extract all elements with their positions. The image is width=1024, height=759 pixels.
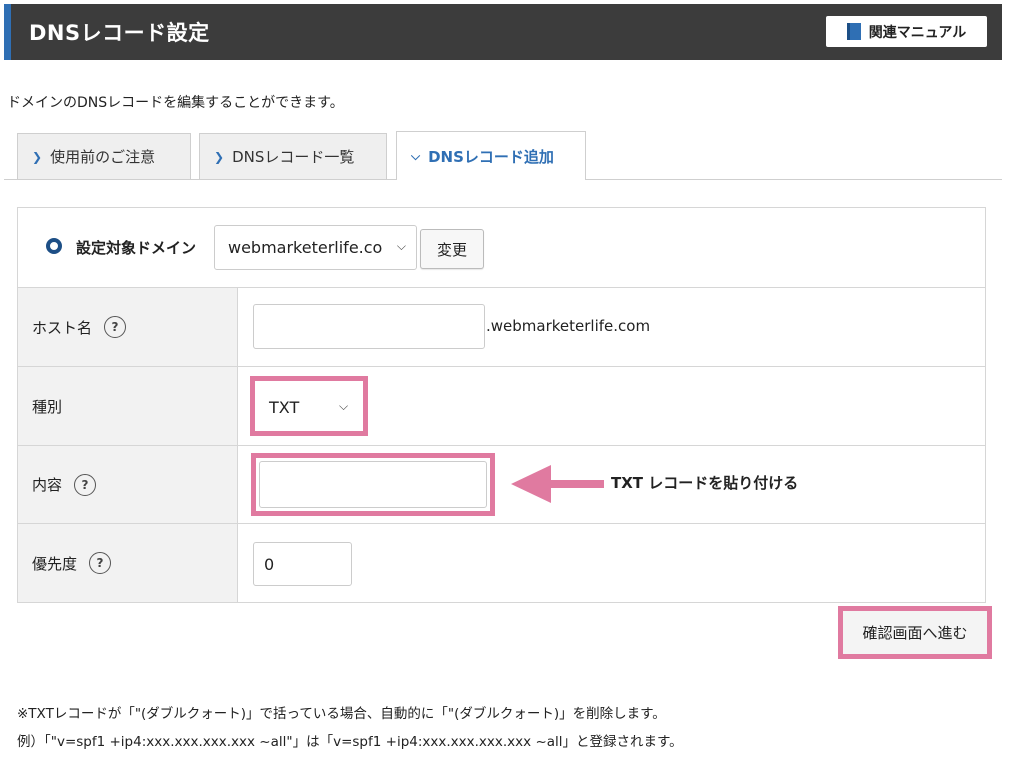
tab-record-list[interactable]: ❯ DNSレコード一覧 xyxy=(199,133,387,179)
chevron-right-icon: ❯ xyxy=(32,149,43,164)
type-label: 種別 xyxy=(32,397,63,416)
domain-select-value: webmarketerlife.co xyxy=(228,238,383,257)
priority-input[interactable]: 0 xyxy=(253,542,352,586)
confirm-button[interactable]: 確認画面へ進む xyxy=(838,606,992,659)
page-header: DNSレコード設定 関連マニュアル xyxy=(4,4,1002,60)
radio-icon xyxy=(46,238,62,254)
tab-precautions[interactable]: ❯ 使用前のご注意 xyxy=(17,133,191,179)
help-icon[interactable]: ? xyxy=(104,316,127,338)
domain-label: 設定対象ドメイン xyxy=(76,239,197,257)
host-domain-suffix: .webmarketerlife.com xyxy=(486,317,651,335)
content-label-cell: 内容 ? xyxy=(18,446,238,523)
book-icon xyxy=(846,23,861,40)
content-row: 内容 ? TXT レコードを貼り付ける xyxy=(18,446,985,524)
help-icon[interactable]: ? xyxy=(74,473,97,496)
arrow-shaft xyxy=(549,480,604,488)
note-line: ※TXTレコードが「"(ダブルクォート)」で括っている場合、自動的に「"(ダブル… xyxy=(17,706,666,722)
content-label: 内容 xyxy=(32,476,63,494)
related-manual-label: 関連マニュアル xyxy=(868,24,967,41)
tab-label: DNSレコード一覧 xyxy=(232,148,355,166)
chevron-down-icon: ⌵ xyxy=(396,239,406,253)
host-label-cell: ホスト名 ? xyxy=(18,288,238,366)
priority-label-cell: 優先度 ? xyxy=(18,524,238,602)
tab-label: DNSレコード追加 xyxy=(428,147,554,166)
page-description: ドメインのDNSレコードを編集することができます。 xyxy=(7,95,344,111)
arrow-left-icon xyxy=(511,465,551,503)
note-line: 例）「"v=spf1 +ip4:xxx.xxx.xxx.xxx ~all"」は「… xyxy=(17,734,683,750)
content-input[interactable] xyxy=(259,461,487,508)
priority-label: 優先度 xyxy=(32,554,78,573)
domain-row: 設定対象ドメイン webmarketerlife.co ⌵ 変更 xyxy=(18,208,985,288)
chevron-right-icon: ❯ xyxy=(214,149,225,164)
chevron-down-icon: ⌵ xyxy=(411,148,421,163)
type-row: 種別 TXT ⌵ xyxy=(18,367,985,446)
change-domain-button[interactable]: 変更 xyxy=(420,229,484,269)
host-row: ホスト名 ? .webmarketerlife.com xyxy=(18,288,985,367)
type-select-value: TXT xyxy=(269,398,300,417)
host-label: ホスト名 xyxy=(32,318,93,337)
content-highlight xyxy=(251,453,495,516)
type-select[interactable]: TXT ⌵ xyxy=(250,376,368,436)
record-form: 設定対象ドメイン webmarketerlife.co ⌵ 変更 ホスト名 ? … xyxy=(17,207,986,603)
tab-add-record[interactable]: ⌵ DNSレコード追加 xyxy=(396,131,586,180)
priority-row: 優先度 ? 0 xyxy=(18,524,985,602)
header-accent-bar xyxy=(4,4,11,60)
type-label-cell: 種別 xyxy=(18,367,238,445)
tab-label: 使用前のご注意 xyxy=(50,148,156,166)
domain-select[interactable]: webmarketerlife.co ⌵ xyxy=(214,225,417,270)
paste-annotation: TXT レコードを貼り付ける xyxy=(611,474,799,492)
related-manual-button[interactable]: 関連マニュアル xyxy=(826,16,987,47)
help-icon[interactable]: ? xyxy=(89,552,112,574)
tab-bar: ❯ 使用前のご注意 ❯ DNSレコード一覧 ⌵ DNSレコード追加 xyxy=(0,131,1002,180)
page-title: DNSレコード設定 xyxy=(29,21,210,45)
chevron-down-icon: ⌵ xyxy=(339,399,349,413)
host-input[interactable] xyxy=(253,304,485,349)
